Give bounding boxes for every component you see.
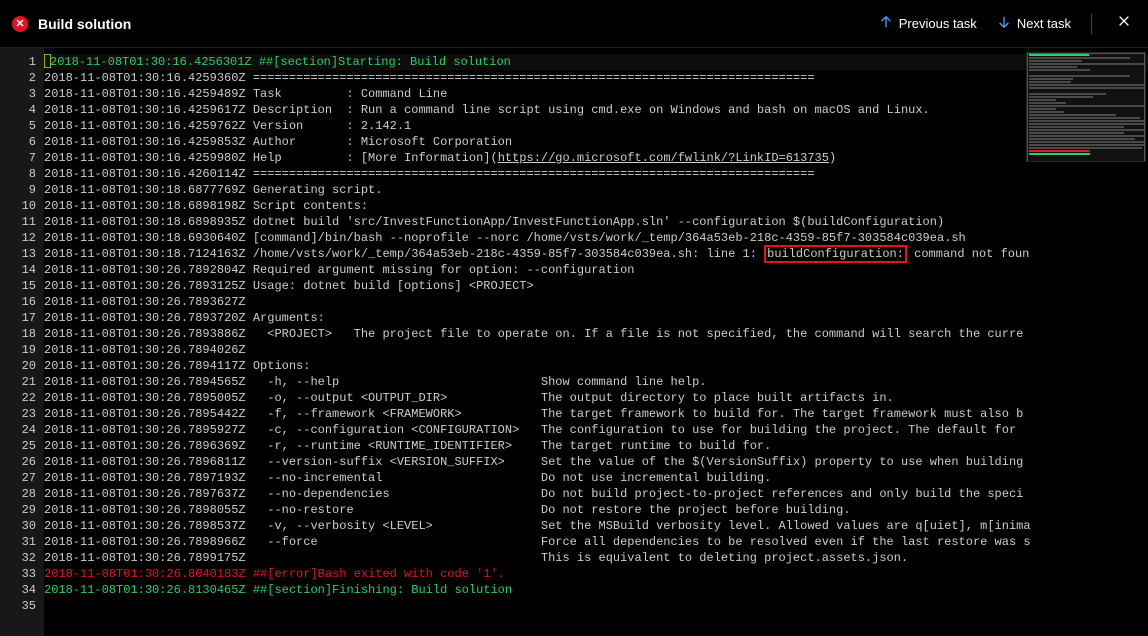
log-line: 2018-11-08T01:30:16.4259762Z Version : 2… (44, 118, 1148, 134)
log-line: 2018-11-08T01:30:16.4259980Z Help : [Mor… (44, 150, 1148, 166)
line-number: 5 (4, 118, 36, 134)
previous-task-label: Previous task (899, 16, 977, 31)
log-line: 2018-11-08T01:30:16.4259853Z Author : Mi… (44, 134, 1148, 150)
line-number: 1 (4, 54, 36, 70)
line-number: 11 (4, 214, 36, 230)
header-left: ✕ Build solution (12, 16, 131, 32)
log-line: 2018-11-08T01:30:18.6930640Z [command]/b… (44, 230, 1148, 246)
log-line: 2018-11-08T01:30:26.7898966Z --force For… (44, 534, 1148, 550)
log-line: 2018-11-08T01:30:16.4260114Z ===========… (44, 166, 1148, 182)
line-number: 14 (4, 262, 36, 278)
line-number: 22 (4, 390, 36, 406)
line-number: 12 (4, 230, 36, 246)
log-line: 2018-11-08T01:30:18.6877769Z Generating … (44, 182, 1148, 198)
line-number: 18 (4, 326, 36, 342)
log-line: 2018-11-08T01:30:16.4259360Z ===========… (44, 70, 1148, 86)
log-line: 2018-11-08T01:30:26.7893627Z (44, 294, 1148, 310)
log-line: 2018-11-08T01:30:26.7893886Z <PROJECT> T… (44, 326, 1148, 342)
error-status-icon: ✕ (12, 16, 28, 32)
line-number: 9 (4, 182, 36, 198)
log-line: 2018-11-08T01:30:16.4259489Z Task : Comm… (44, 86, 1148, 102)
line-number: 27 (4, 470, 36, 486)
line-number: 35 (4, 598, 36, 614)
log-line: 2018-11-08T01:30:26.7895005Z -o, --outpu… (44, 390, 1148, 406)
log-line: 2018-11-08T01:30:16.4259617Z Description… (44, 102, 1148, 118)
line-number: 28 (4, 486, 36, 502)
close-icon (1117, 14, 1131, 33)
line-number: 32 (4, 550, 36, 566)
more-information-link[interactable]: https://go.microsoft.com/fwlink/?LinkID=… (498, 151, 829, 165)
line-number-gutter: 1234567891011121314151617181920212223242… (0, 48, 44, 636)
line-number: 19 (4, 342, 36, 358)
line-number: 30 (4, 518, 36, 534)
log-line: 2018-11-08T01:30:26.7899175Z This is equ… (44, 550, 1148, 566)
line-number: 4 (4, 102, 36, 118)
line-number: 7 (4, 150, 36, 166)
line-number: 21 (4, 374, 36, 390)
log-line: 2018-11-08T01:30:26.7894117Z Options: (44, 358, 1148, 374)
log-line: 2018-11-08T01:30:18.6898935Z dotnet buil… (44, 214, 1148, 230)
header-right: Previous task Next task (879, 12, 1136, 36)
line-number: 29 (4, 502, 36, 518)
log-line: 2018-11-08T01:30:26.7897193Z --no-increm… (44, 470, 1148, 486)
line-number: 13 (4, 246, 36, 262)
log-line: 2018-11-08T01:30:26.7893720Z Arguments: (44, 310, 1148, 326)
line-number: 15 (4, 278, 36, 294)
error-highlight: buildConfiguration: (764, 245, 907, 263)
line-number: 26 (4, 454, 36, 470)
line-number: 2 (4, 70, 36, 86)
log-line: 2018-11-08T01:30:16.4256301Z ##[section]… (44, 54, 1148, 70)
header-bar: ✕ Build solution Previous task Next task (0, 0, 1148, 48)
log-line: 2018-11-08T01:30:26.7897637Z --no-depend… (44, 486, 1148, 502)
log-line: 2018-11-08T01:30:26.7898537Z -v, --verbo… (44, 518, 1148, 534)
line-number: 6 (4, 134, 36, 150)
line-number: 24 (4, 422, 36, 438)
line-number: 17 (4, 310, 36, 326)
log-line: 2018-11-08T01:30:26.7894026Z (44, 342, 1148, 358)
close-button[interactable] (1112, 12, 1136, 36)
line-number: 16 (4, 294, 36, 310)
log-viewer[interactable]: 1234567891011121314151617181920212223242… (0, 48, 1148, 636)
log-content[interactable]: 2018-11-08T01:30:16.4256301Z ##[section]… (44, 48, 1148, 636)
line-number: 10 (4, 198, 36, 214)
log-line: 2018-11-08T01:30:26.7894565Z -h, --help … (44, 374, 1148, 390)
task-title: Build solution (38, 16, 131, 32)
minimap-viewport[interactable] (1027, 53, 1145, 162)
log-line: 2018-11-08T01:30:26.7892804Z Required ar… (44, 262, 1148, 278)
log-line: 2018-11-08T01:30:26.8130465Z ##[section]… (44, 582, 1148, 598)
log-line: 2018-11-08T01:30:18.6898198Z Script cont… (44, 198, 1148, 214)
minimap[interactable] (1026, 52, 1146, 162)
log-line (44, 598, 1148, 614)
log-line: 2018-11-08T01:30:26.7898055Z --no-restor… (44, 502, 1148, 518)
line-number: 8 (4, 166, 36, 182)
arrow-down-icon (997, 15, 1011, 32)
arrow-up-icon (879, 15, 893, 32)
line-number: 3 (4, 86, 36, 102)
log-line: 2018-11-08T01:30:26.7895442Z -f, --frame… (44, 406, 1148, 422)
line-number: 25 (4, 438, 36, 454)
log-line: 2018-11-08T01:30:26.7893125Z Usage: dotn… (44, 278, 1148, 294)
log-line: 2018-11-08T01:30:26.8040183Z ##[error]Ba… (44, 566, 1148, 582)
log-line: 2018-11-08T01:30:26.7896811Z --version-s… (44, 454, 1148, 470)
line-number: 33 (4, 566, 36, 582)
line-number: 23 (4, 406, 36, 422)
line-number: 20 (4, 358, 36, 374)
line-number: 31 (4, 534, 36, 550)
log-line: 2018-11-08T01:30:26.7895927Z -c, --confi… (44, 422, 1148, 438)
header-divider (1091, 14, 1092, 34)
previous-task-link[interactable]: Previous task (879, 15, 977, 32)
next-task-link[interactable]: Next task (997, 15, 1071, 32)
next-task-label: Next task (1017, 16, 1071, 31)
log-line: 2018-11-08T01:30:26.7896369Z -r, --runti… (44, 438, 1148, 454)
line-number: 34 (4, 582, 36, 598)
log-line: 2018-11-08T01:30:18.7124163Z /home/vsts/… (44, 246, 1148, 262)
